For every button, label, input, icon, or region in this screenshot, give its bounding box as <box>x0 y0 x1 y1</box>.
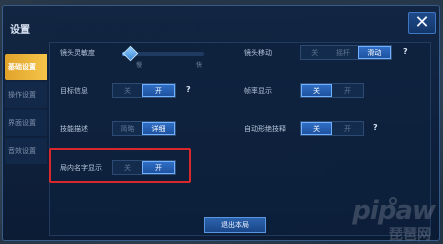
sidebar-item-audio[interactable]: 音效设置 <box>5 138 47 164</box>
settings-sidebar: 基础设置 操作设置 界面设置 音效设置 <box>5 54 47 166</box>
camera-move-option-off[interactable]: 关 <box>301 46 328 59</box>
sidebar-item-interface[interactable]: 界面设置 <box>5 110 47 136</box>
camera-sensitivity-slider[interactable] <box>122 45 204 62</box>
target-info-option-on[interactable]: 开 <box>142 84 175 97</box>
frame-rate-option-on[interactable]: 开 <box>332 84 363 97</box>
camera-sensitivity-label: 镜头灵敏度 <box>60 49 95 57</box>
target-info-option-off[interactable]: 关 <box>113 84 142 97</box>
frame-rate-option-off[interactable]: 关 <box>301 84 333 97</box>
sidebar-item-label: 操作设置 <box>8 91 36 99</box>
close-button[interactable]: ✕ <box>408 12 436 34</box>
auto-cast-option-off[interactable]: 关 <box>301 122 333 135</box>
camera-move-help-icon[interactable]: ? <box>403 47 408 56</box>
camera-move-option-joystick[interactable]: 摇杆 <box>328 46 357 59</box>
frame-rate-toggle: 关 开 <box>300 83 364 98</box>
camera-move-label: 镜头移动 <box>244 49 272 57</box>
target-info-help-icon[interactable]: ? <box>186 85 191 94</box>
skill-desc-toggle: 简略 详细 <box>112 121 176 136</box>
sidebar-item-label: 界面设置 <box>8 119 36 127</box>
skill-desc-label: 技能描述 <box>60 125 88 133</box>
auto-cast-label: 自动形绝技释 <box>244 125 286 133</box>
watermark-logo: pipaw <box>352 196 436 226</box>
skill-desc-option-brief[interactable]: 简略 <box>113 122 142 135</box>
auto-cast-option-on[interactable]: 开 <box>332 122 363 135</box>
name-display-toggle: 关 开 <box>112 160 176 175</box>
watermark-subtitle: 琵琶网 <box>389 227 431 243</box>
target-info-label: 目标信息 <box>60 87 88 95</box>
panel-title: 设置 <box>10 25 30 36</box>
sidebar-item-label: 基础设置 <box>8 63 36 71</box>
frame-rate-label: 帧率显示 <box>244 87 272 95</box>
close-icon: ✕ <box>414 12 430 33</box>
auto-cast-help-icon[interactable]: ? <box>373 123 378 132</box>
sidebar-item-controls[interactable]: 操作设置 <box>5 82 47 108</box>
exit-match-button[interactable]: 退出本局 <box>204 217 266 233</box>
name-display-option-off[interactable]: 关 <box>113 161 142 174</box>
sidebar-item-basic[interactable]: 基础设置 <box>5 54 47 80</box>
skill-desc-option-detailed[interactable]: 详细 <box>142 122 175 135</box>
slider-max-label: 快 <box>196 62 203 69</box>
auto-cast-toggle: 关 开 <box>300 121 364 136</box>
sidebar-item-label: 音效设置 <box>8 147 36 155</box>
name-display-option-on[interactable]: 开 <box>142 161 175 174</box>
camera-move-option-swipe[interactable]: 滑动 <box>357 46 391 59</box>
slider-min-label: 慢 <box>136 62 143 69</box>
camera-move-toggle: 关 摇杆 滑动 <box>300 45 392 60</box>
target-info-toggle: 关 开 <box>112 83 176 98</box>
name-display-label: 局内名字显示 <box>60 164 102 172</box>
